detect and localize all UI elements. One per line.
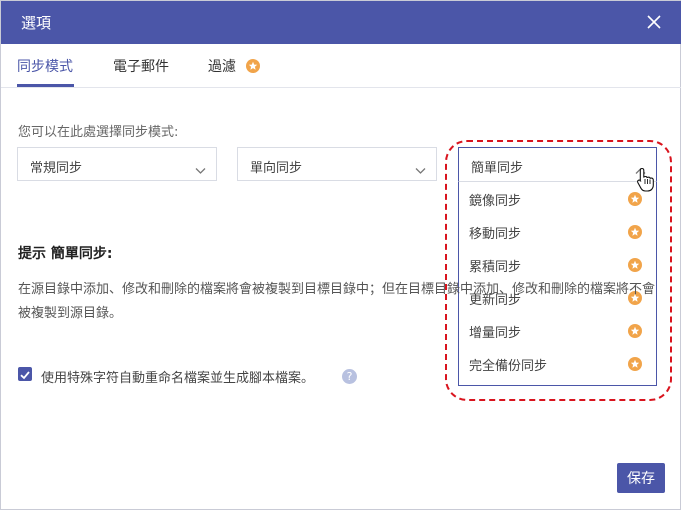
mode-select-simple[interactable]: 簡單同步 [458,147,657,181]
dropdown-option-cumulative[interactable]: 累積同步 [459,248,656,281]
rename-checkbox[interactable] [18,367,32,381]
hint-title: 提示 簡單同步: [18,246,113,262]
option-label: 完全備份同步 [469,359,548,374]
options-dialog: 選項 同步模式 電子郵件 過濾 您可以在此處選擇同步模式: 常規同步 單向同步 … [0,0,681,510]
mode-select-normal[interactable]: 常規同步 [17,147,217,181]
close-icon[interactable] [644,12,664,32]
help-icon[interactable]: ? [342,369,357,384]
chevron-down-icon [195,160,206,179]
save-button[interactable]: 保存 [617,463,665,493]
star-icon [628,324,642,338]
hint-body: 在源目錄中添加、修改和刪除的檔案將會被複製到目標目錄中；但在目標目錄中添加、修改… [18,282,656,321]
star-icon [628,258,642,272]
select-value: 單向同步 [250,161,303,176]
star-icon [628,225,642,239]
tab-filter[interactable]: 過濾 [208,56,261,76]
active-tab-indicator [17,84,74,87]
star-icon [628,357,642,371]
mode-select-oneway[interactable]: 單向同步 [237,147,437,181]
tab-email[interactable]: 電子郵件 [113,56,169,76]
option-label: 鏡像同步 [469,194,522,209]
mode-description: 您可以在此處選擇同步模式: [18,125,179,140]
option-label: 移動同步 [469,227,522,242]
dropdown-option-mirror[interactable]: 鏡像同步 [459,182,656,215]
tab-sync-mode[interactable]: 同步模式 [17,56,73,76]
chevron-down-icon [415,160,426,179]
select-value: 常規同步 [30,161,83,176]
rename-checkbox-label: 使用特殊字符自動重命名檔案並生成腳本檔案。 [41,371,315,386]
select-value: 簡單同步 [471,161,524,176]
tab-filter-label: 過濾 [208,59,236,75]
dropdown-option-full-backup[interactable]: 完全備份同步 [459,347,656,380]
tab-bar: 同步模式 電子郵件 過濾 [1,44,681,88]
hand-cursor-icon [636,167,656,197]
title-bar: 選項 [1,1,681,44]
dialog-title: 選項 [21,14,52,32]
option-label: 累積同步 [469,260,522,275]
star-icon [246,59,261,73]
dropdown-option-move[interactable]: 移動同步 [459,215,656,248]
